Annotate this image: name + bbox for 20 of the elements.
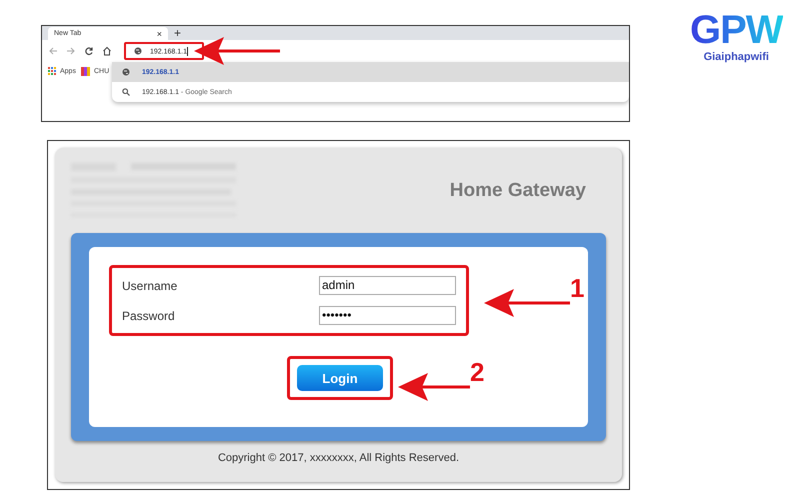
arrow xyxy=(398,373,470,401)
globe-icon xyxy=(122,68,130,76)
bookmark-icon xyxy=(80,66,90,76)
login-button[interactable]: Login xyxy=(297,365,383,391)
globe-icon xyxy=(134,47,142,55)
page-title: Home Gateway xyxy=(450,180,586,202)
reload-icon[interactable] xyxy=(84,46,94,56)
home-icon[interactable] xyxy=(102,46,112,56)
logo-name: Giaiphapwifi xyxy=(704,51,769,63)
search-icon xyxy=(122,88,130,96)
apps-grid-icon xyxy=(48,67,56,75)
close-tab-button[interactable]: × xyxy=(156,28,162,38)
step-number: 2 xyxy=(470,359,484,385)
step-number: 1 xyxy=(570,275,584,301)
new-tab-button[interactable]: + xyxy=(174,27,182,40)
field-label: Username xyxy=(122,278,178,292)
input-field[interactable]: ••••••• xyxy=(319,306,456,325)
input-field[interactable]: admin xyxy=(319,276,456,295)
copyright-text: Copyright © 2017, xxxxxxxx, All Rights Reserved. xyxy=(216,452,460,466)
field-label: Password xyxy=(122,308,175,322)
